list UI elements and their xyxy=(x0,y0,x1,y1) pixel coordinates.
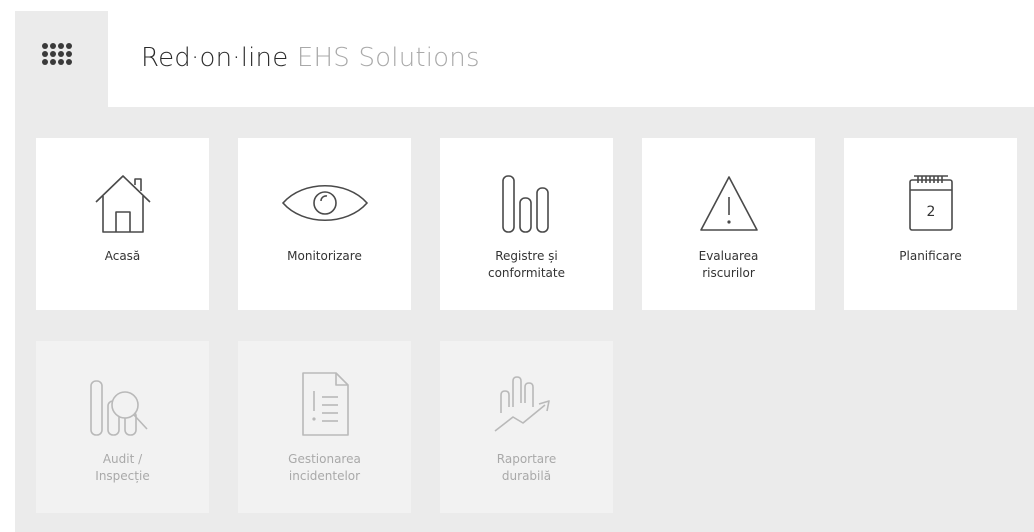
warning-icon xyxy=(699,176,758,231)
tile-gestionarea-incidentelor: Gestionarea incidentelor xyxy=(238,341,411,513)
audit-search-icon xyxy=(89,380,148,436)
tile-label: Raportare durabilă xyxy=(496,452,557,483)
tile-audit-inspectie: Audit / Inspecție xyxy=(36,341,209,513)
bars-icon xyxy=(501,175,549,233)
home-icon xyxy=(94,175,151,233)
tile-label: Monitorizare xyxy=(287,249,362,263)
tile-label: Acasă xyxy=(104,249,141,263)
tile-acasa[interactable]: Acasă xyxy=(36,138,209,310)
tile-label: Planificare xyxy=(899,249,962,263)
tile-planificare[interactable]: 2 Planificare xyxy=(844,138,1017,310)
brand-primary: Red·on·line xyxy=(141,43,289,73)
tile-label: Audit / Inspecție xyxy=(95,452,150,483)
incident-document-icon xyxy=(301,372,349,436)
top-bar: Red·on·line EHS Solutions xyxy=(15,11,1034,107)
calendar-icon: 2 xyxy=(908,175,953,231)
brand-secondary: EHS Solutions xyxy=(296,43,480,73)
tile-label: Gestionarea incidentelor xyxy=(288,452,361,483)
grid-icon xyxy=(42,43,72,65)
tile-registre[interactable]: Registre și conformitate xyxy=(440,138,613,310)
brand-logo: Red·on·line EHS Solutions xyxy=(141,43,480,73)
eye-icon xyxy=(281,185,368,221)
tile-label: Registre și conformitate xyxy=(487,249,565,280)
tile-raportare-durabila: Raportare durabilă xyxy=(440,341,613,513)
calendar-day-text: 2 xyxy=(926,204,935,220)
tile-evaluarea-riscurilor[interactable]: Evaluarea riscurilor xyxy=(642,138,815,310)
header: Red·on·line EHS Solutions xyxy=(108,11,1034,107)
tile-label: Evaluarea riscurilor xyxy=(698,249,759,280)
app-shell: Red·on·line EHS Solutions Acasă Monitori… xyxy=(15,11,1034,532)
tile-monitorizare[interactable]: Monitorizare xyxy=(238,138,411,310)
app-launcher-button[interactable] xyxy=(15,11,108,107)
growth-chart-icon xyxy=(494,376,550,432)
